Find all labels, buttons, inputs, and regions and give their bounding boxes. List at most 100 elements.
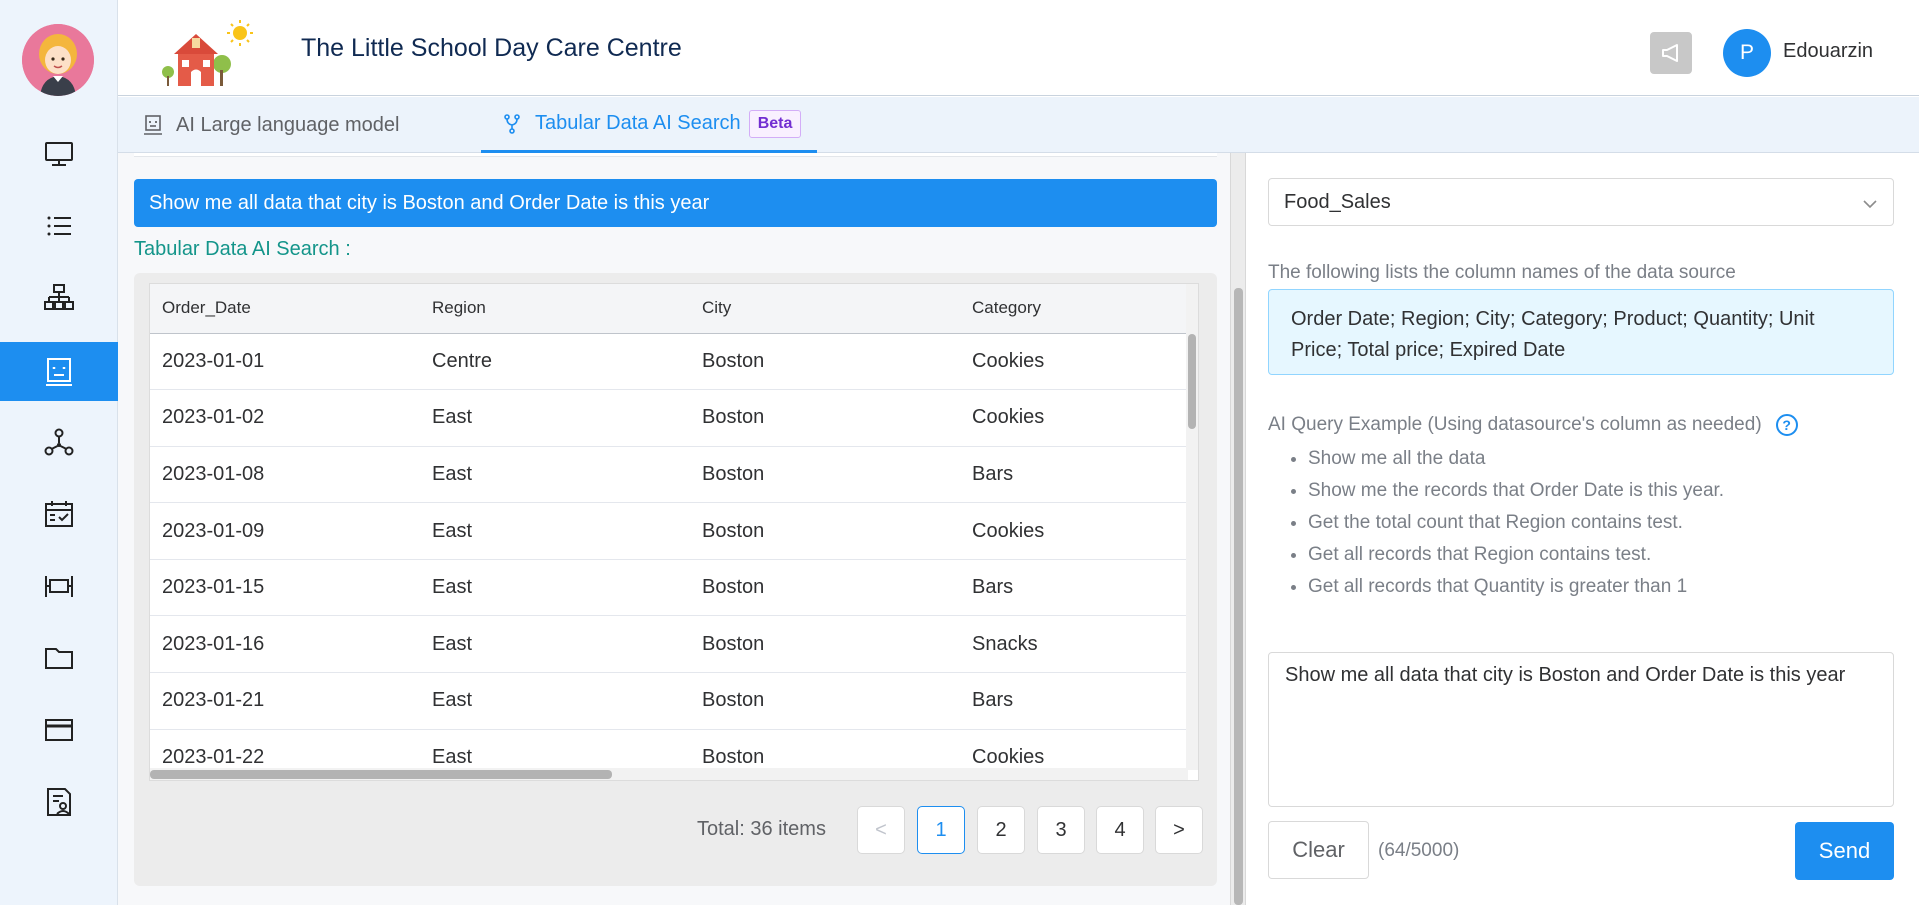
- sidebar-item-ai[interactable]: [0, 342, 118, 401]
- folder-icon: [45, 647, 73, 669]
- table-row[interactable]: 2023-01-02 East Boston Cookies: [150, 389, 1190, 447]
- table-cell: Bars: [960, 672, 1190, 730]
- tab-bar: AI Large language model Tabular Data AI …: [118, 97, 1919, 153]
- table-row[interactable]: 2023-01-15 East Boston Bars: [150, 559, 1190, 617]
- table-header-row: Order_Date Region City Category: [150, 284, 1190, 334]
- sidebar: [0, 0, 118, 905]
- chevron-down-icon: [1863, 200, 1877, 209]
- sidebar-item-document[interactable]: [0, 772, 118, 831]
- query-input[interactable]: Show me all data that city is Boston and…: [1268, 652, 1894, 807]
- scrollbar-thumb[interactable]: [150, 770, 612, 779]
- page-button-4[interactable]: 4: [1096, 806, 1144, 854]
- datasource-select[interactable]: Food_Sales: [1268, 178, 1894, 226]
- robot-icon: [46, 357, 72, 386]
- table-cell: 2023-01-16: [150, 615, 420, 674]
- megaphone-icon: [1662, 44, 1678, 62]
- pagination: Total: 36 items < 1 2 3 4 >: [134, 806, 1217, 854]
- branch-icon: [504, 113, 520, 134]
- tab-ai-large-language-model[interactable]: AI Large language model: [142, 97, 400, 153]
- announcement-button[interactable]: [1650, 32, 1692, 74]
- clear-button[interactable]: Clear: [1268, 821, 1369, 879]
- monitor-icon: [45, 141, 73, 166]
- total-items: Total: 36 items: [697, 818, 826, 840]
- page-button-1[interactable]: 1: [917, 806, 965, 854]
- sidebar-item-card[interactable]: [0, 700, 118, 759]
- network-icon: [44, 428, 74, 455]
- table-row[interactable]: 2023-01-08 East Boston Bars: [150, 446, 1190, 504]
- beta-badge: Beta: [748, 109, 802, 138]
- column-names-box: Order Date; Region; City; Category; Prod…: [1268, 289, 1894, 375]
- scrollbar-thumb[interactable]: [1188, 334, 1196, 429]
- header: The Little School Day Care Centre P Edou…: [118, 0, 1919, 96]
- result-table: Order_Date Region City Category 2023-01-…: [150, 284, 1190, 780]
- page-button-3[interactable]: 3: [1037, 806, 1085, 854]
- list-item[interactable]: Get all records that Quantity is greater…: [1308, 571, 1724, 603]
- result-card: Order_Date Region City Category 2023-01-…: [134, 273, 1217, 886]
- next-page-button[interactable]: >: [1155, 806, 1203, 854]
- column-header[interactable]: Order_Date: [150, 284, 420, 334]
- result-table-container: Order_Date Region City Category 2023-01-…: [149, 283, 1199, 781]
- table-cell: Boston: [690, 672, 960, 730]
- table-cell: Cookies: [960, 502, 1190, 560]
- tab-tabular-data-ai-search[interactable]: Tabular Data AI Search Beta: [481, 97, 818, 153]
- page-button-2[interactable]: 2: [977, 806, 1025, 854]
- datasource-selected-value: Food_Sales: [1284, 190, 1391, 213]
- sidebar-item-folder[interactable]: [0, 628, 118, 687]
- table-cell: Boston: [690, 615, 960, 674]
- sidebar-item-network[interactable]: [0, 412, 118, 471]
- calendar-check-icon: [45, 500, 73, 527]
- table-cell: East: [420, 502, 690, 560]
- table-cell: East: [420, 672, 690, 730]
- prev-page-button[interactable]: <: [857, 806, 905, 854]
- result-label: Tabular Data AI Search :: [134, 238, 351, 260]
- table-row[interactable]: 2023-01-21 East Boston Bars: [150, 672, 1190, 730]
- table-cell: Boston: [690, 446, 960, 504]
- robot-icon: [144, 115, 162, 135]
- list-item[interactable]: Get all records that Region contains tes…: [1308, 539, 1724, 571]
- results-pane: Show me all data that city is Boston and…: [118, 153, 1230, 905]
- character-counter: (64/5000): [1378, 840, 1460, 861]
- table-cell: East: [420, 615, 690, 674]
- table-cell: Boston: [690, 559, 960, 617]
- table-row[interactable]: 2023-01-01 Centre Boston Cookies: [150, 333, 1190, 391]
- send-button[interactable]: Send: [1795, 822, 1894, 880]
- sidebar-item-calendar[interactable]: [0, 484, 118, 543]
- table-row[interactable]: 2023-01-09 East Boston Cookies: [150, 502, 1190, 560]
- avatar[interactable]: [22, 24, 94, 96]
- table-horizontal-scrollbar[interactable]: [150, 768, 1188, 780]
- example-list: Show me all the data Show me the records…: [1308, 443, 1724, 603]
- sidebar-item-bed[interactable]: [0, 556, 118, 615]
- sidebar-item-monitor[interactable]: [0, 124, 118, 183]
- table-cell: Bars: [960, 559, 1190, 617]
- table-cell: Cookies: [960, 333, 1190, 391]
- sidebar-item-org-chart[interactable]: [0, 268, 118, 327]
- list-item[interactable]: Show me all the data: [1308, 443, 1724, 475]
- user-name[interactable]: Edouarzin: [1783, 40, 1873, 63]
- pane-scrollbar[interactable]: [1230, 153, 1246, 905]
- examples-title-text: AI Query Example (Using datasource's col…: [1268, 414, 1762, 435]
- list-item[interactable]: Show me the records that Order Date is t…: [1308, 475, 1724, 507]
- column-header[interactable]: City: [690, 284, 960, 334]
- column-header[interactable]: Region: [420, 284, 690, 334]
- org-chart-icon: [44, 283, 74, 310]
- document-user-icon: [47, 787, 71, 816]
- school-house-icon: [162, 20, 253, 86]
- examples-title: AI Query Example (Using datasource's col…: [1268, 414, 1798, 436]
- help-icon[interactable]: ?: [1775, 414, 1798, 436]
- column-header[interactable]: Category: [960, 284, 1190, 334]
- table-cell: Boston: [690, 502, 960, 560]
- table-cell: Centre: [420, 333, 690, 391]
- scrollbar-thumb[interactable]: [1234, 288, 1243, 905]
- list-item[interactable]: Get the total count that Region contains…: [1308, 507, 1724, 539]
- school-logo: [158, 14, 258, 90]
- table-cell: Boston: [690, 389, 960, 447]
- table-cell: East: [420, 446, 690, 504]
- school-name: The Little School Day Care Centre: [301, 34, 682, 62]
- table-vertical-scrollbar[interactable]: [1186, 284, 1198, 770]
- tab-label: AI Large language model: [176, 113, 400, 136]
- previous-message-edge: [134, 153, 1217, 157]
- sidebar-item-list[interactable]: [0, 196, 118, 255]
- user-avatar[interactable]: P: [1723, 29, 1771, 77]
- table-cell: 2023-01-02: [150, 389, 420, 447]
- table-row[interactable]: 2023-01-16 East Boston Snacks: [150, 615, 1190, 674]
